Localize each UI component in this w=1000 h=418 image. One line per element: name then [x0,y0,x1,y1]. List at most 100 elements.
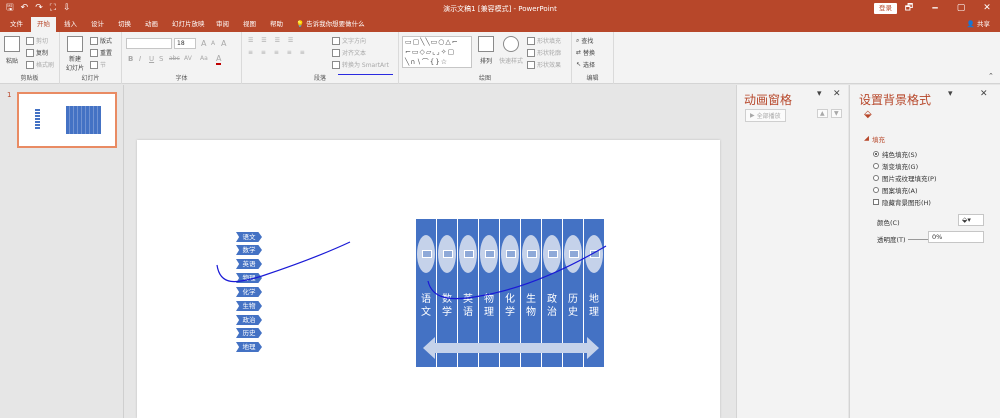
tag-item[interactable]: 数学 [236,245,262,255]
tag-item[interactable]: 物理 [236,273,262,283]
solid-fill-option[interactable]: 纯色填充(S) [873,149,917,159]
tab-slideshow[interactable]: 幻灯片放映 [166,17,211,32]
hide-background-graphics[interactable]: 隐藏背景图形(H) [873,197,931,207]
paste-button[interactable]: 粘贴 [3,36,21,65]
replace-button[interactable]: ⇄ 替换 [576,48,595,57]
close-button[interactable]: ✕ [974,0,1000,17]
shape-effects-button[interactable]: 形状效果 [527,60,561,69]
tag-item[interactable]: 化学 [236,287,262,297]
tag-item[interactable]: 英语 [236,259,262,269]
picture-placeholder-icon[interactable] [564,235,582,273]
picture-fill-option[interactable]: 图片或纹理填充(P) [873,173,937,183]
tab-insert[interactable]: 插入 [58,17,83,32]
close-icon[interactable]: ✕ [980,89,988,99]
tab-design[interactable]: 设计 [85,17,110,32]
reset-button[interactable]: 重置 [90,48,112,57]
transparency-slider[interactable] [908,234,928,240]
search-icon: ⌕ [576,36,580,44]
quick-styles-button[interactable]: 快速样式 [497,36,525,65]
play-all-button[interactable]: ▶ 全部播放 [745,109,786,122]
font-color-button[interactable]: A [216,54,222,65]
pane-options-icon[interactable]: ▾ [817,89,822,99]
tag-item[interactable]: 历史 [236,328,262,338]
tab-transitions[interactable]: 切换 [112,17,137,32]
pane-options-icon[interactable]: ▾ [948,89,953,99]
text-direction-button[interactable]: 文字方向 [332,36,366,45]
tag-item[interactable]: 地理 [236,342,262,352]
bold-button[interactable]: B [128,55,133,63]
strikethrough-button[interactable]: abc [169,55,180,62]
clear-format-button[interactable]: A [221,39,226,48]
minimize-button[interactable]: 🗕 [922,0,948,17]
slide-thumbnail[interactable] [17,92,117,148]
fill-section-header[interactable]: ◢ 填充 [864,134,885,144]
animation-pane: 动画窗格 ▾ ✕ ▶ 全部播放 ▲ ▼ [736,85,848,418]
char-spacing-button[interactable]: AV [184,55,192,62]
pattern-fill-option[interactable]: 图案填充(A) [873,185,918,195]
cut-button[interactable]: 剪切 [26,36,48,45]
picture-placeholder-icon[interactable] [438,235,456,273]
picture-placeholder-icon[interactable] [522,235,540,273]
color-picker-button[interactable]: ⬙▾ [958,214,984,226]
align-text-button[interactable]: 对齐文本 [332,48,366,57]
picture-placeholder-icon[interactable] [459,235,477,273]
font-size-combo[interactable]: 18 [174,38,196,49]
convert-smartart-button[interactable]: 转换为 SmartArt [332,60,389,69]
shadow-button[interactable]: S [159,55,163,63]
tab-file[interactable]: 文件 [4,17,29,32]
move-up-icon[interactable]: ▲ [817,109,828,118]
copy-button[interactable]: 复制 [26,48,48,57]
italic-button[interactable]: I [139,55,141,63]
ribbon-display-icon[interactable]: 🗗 [896,0,922,17]
tab-review[interactable]: 审阅 [210,17,235,32]
group-label: 剪贴板 [20,75,39,82]
tag-item[interactable]: 生物 [236,301,262,311]
shape-outline-button[interactable]: 形状轮廓 [527,48,561,57]
tab-help[interactable]: 帮助 [264,17,289,32]
move-down-icon[interactable]: ▼ [831,109,842,118]
transparency-label: 透明度(T) [877,236,906,244]
select-button[interactable]: ↖ 选择 [576,60,595,69]
section-icon [90,60,98,69]
font-name-combo[interactable] [126,38,172,49]
align-buttons[interactable]: ≡ ≡ ≡ ≡ ≡ [248,49,308,56]
gradient-fill-option[interactable]: 渐变填充(G) [873,161,918,171]
underline-button[interactable]: U [149,55,154,63]
double-arrow-shape[interactable] [423,337,599,359]
section-button[interactable]: 节 [90,60,106,69]
shape-fill-button[interactable]: 形状填充 [527,36,561,45]
column-label: 历史 [568,294,578,318]
tag-item[interactable]: 政治 [236,315,262,325]
layout-button[interactable]: 版式 [90,36,112,45]
shrink-font-button[interactable]: A [211,40,215,47]
fill-bucket-icon[interactable]: ⬙ [864,109,872,120]
format-painter-button[interactable]: 格式刷 [26,60,54,69]
radio-icon [873,187,879,193]
close-icon[interactable]: ✕ [833,89,841,99]
share-button[interactable]: 👤 共享 [967,17,990,32]
shapes-gallery[interactable]: ▭▢╲╲▭○△⌐ ⌐▭◇▱⌞⌟✧▢ ╲∩∖⌒{}☆ [402,36,472,68]
tab-view[interactable]: 视图 [237,17,262,32]
tab-animations[interactable]: 动画 [139,17,164,32]
picture-placeholder-icon[interactable] [480,235,498,273]
maximize-button[interactable]: ▢ [948,0,974,17]
collapse-ribbon-icon[interactable]: ⌃ [988,72,994,80]
picture-placeholder-icon[interactable] [585,235,603,273]
picture-placeholder-icon[interactable] [543,235,561,273]
column-label: 物理 [484,294,494,318]
group-label: 字体 [175,75,188,82]
arrange-button[interactable]: 排列 [477,36,495,65]
grow-font-button[interactable]: A [201,39,206,48]
find-button[interactable]: ⌕ 查找 [576,36,593,46]
tag-item[interactable]: 语文 [236,232,262,242]
tell-me-search[interactable]: 💡 告诉我你想要做什么 [296,17,365,32]
smartart-graphic[interactable]: 语文 数学 英语 物理 化学 生物 政治 历史 地理 [416,219,606,367]
picture-placeholder-icon[interactable] [501,235,519,273]
login-button[interactable]: 登录 [874,3,897,14]
picture-placeholder-icon[interactable] [417,235,435,273]
change-case-button[interactable]: Aa [200,55,208,62]
transparency-input[interactable]: 0% [928,231,984,243]
new-slide-button[interactable]: 新建 幻灯片 [64,36,86,72]
bullets-button[interactable]: ☰ ☰ ☰ ☰ [248,37,296,44]
tab-home[interactable]: 开始 [31,17,56,32]
